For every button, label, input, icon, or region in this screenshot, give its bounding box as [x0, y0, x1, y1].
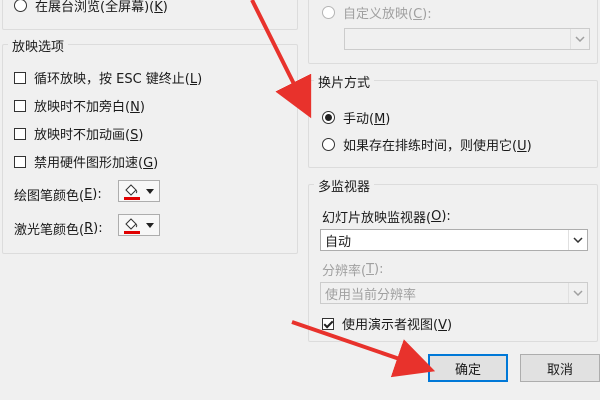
arrow-to-ok-icon: [291, 320, 436, 378]
annotation-arrows: [250, 0, 436, 378]
arrow-to-manual-icon: [250, 0, 312, 119]
